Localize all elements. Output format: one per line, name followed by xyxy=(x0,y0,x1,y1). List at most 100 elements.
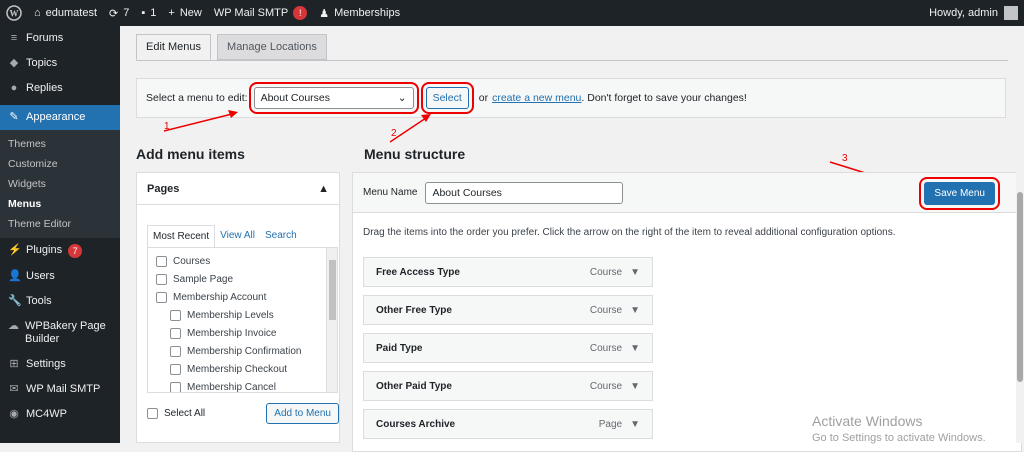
svg-text:W: W xyxy=(10,9,19,19)
sidebar-item-plugins[interactable]: ⚡ Plugins 7 xyxy=(0,238,120,264)
arrowhead-1 xyxy=(228,110,238,118)
tab-search[interactable]: Search xyxy=(260,225,302,248)
pages-tabs: Most Recent View All Search xyxy=(147,225,302,248)
scrollbar-thumb[interactable] xyxy=(329,260,336,320)
list-item[interactable]: Courses xyxy=(156,252,329,270)
menu-header: Menu Name About Courses xyxy=(353,173,1021,213)
menu-item[interactable]: Free Access Type Course ▼ xyxy=(363,257,653,287)
expand-arrow-icon[interactable]: ▼ xyxy=(630,419,640,430)
appearance-icon: ✎ xyxy=(9,111,19,123)
collapse-arrow-icon: ▲ xyxy=(318,182,329,195)
comment-icon: ▪ xyxy=(141,7,146,19)
menu-name-field[interactable]: About Courses xyxy=(425,181,624,204)
appearance-submenu: Themes Customize Widgets Menus Theme Edi… xyxy=(0,130,120,238)
comments-link[interactable]: ▪ 1 xyxy=(135,0,162,26)
submenu-theme-editor[interactable]: Theme Editor xyxy=(0,214,120,234)
sidebar-item-tools[interactable]: 🔧 Tools xyxy=(0,289,120,314)
list-item[interactable]: Membership Levels xyxy=(156,306,329,324)
settings-icon: ⊞ xyxy=(9,358,19,370)
add-menu-items-panel: Pages ▲ Most Recent View All Search Cour… xyxy=(136,172,340,443)
replies-icon: ● xyxy=(10,82,18,94)
page-checkbox[interactable] xyxy=(170,345,181,357)
pages-accordion-header[interactable]: Pages ▲ xyxy=(137,173,339,205)
windows-activation-watermark: Activate Windows Go to Settings to activ… xyxy=(812,413,986,444)
sidebar-item-mc4wp[interactable]: ◉ MC4WP xyxy=(0,402,120,427)
page-checkbox[interactable] xyxy=(170,309,181,321)
admin-bar: W ⌂ edumatest ⟳ 7 ▪ 1 + New WP Mail SMTP… xyxy=(0,0,1024,26)
plus-icon: + xyxy=(168,7,175,19)
wordpress-logo-icon[interactable]: W xyxy=(0,0,28,26)
pages-scrollbar[interactable] xyxy=(326,248,337,392)
new-content-link[interactable]: + New xyxy=(162,0,207,26)
tab-most-recent[interactable]: Most Recent xyxy=(147,225,216,248)
menu-structure-panel: Menu Name About Courses Save Menu Drag t… xyxy=(352,172,1022,452)
expand-arrow-icon[interactable]: ▼ xyxy=(630,305,640,316)
menu-item[interactable]: Other Free Type Course ▼ xyxy=(363,295,653,325)
select-all-checkbox[interactable]: Select All xyxy=(147,408,205,419)
list-item[interactable]: Membership Cancel xyxy=(156,378,329,392)
save-menu-button[interactable]: Save Menu xyxy=(919,177,1000,210)
home-icon: ⌂ xyxy=(34,7,41,19)
memberships-icon: ♟ xyxy=(319,7,330,20)
annotation-label-1: 1 xyxy=(164,121,170,132)
arrow-1 xyxy=(163,113,233,132)
pages-footer: Select All Add to Menu xyxy=(147,403,339,424)
expand-arrow-icon[interactable]: ▼ xyxy=(630,343,640,354)
sidebar-item-settings[interactable]: ⊞ Settings xyxy=(0,352,120,377)
page-checkbox[interactable] xyxy=(156,255,167,267)
menu-item[interactable]: Paid Type Course ▼ xyxy=(363,333,653,363)
tab-view-all[interactable]: View All xyxy=(215,225,260,248)
menu-structure-heading: Menu structure xyxy=(364,146,466,162)
page-checkbox[interactable] xyxy=(170,327,181,339)
sidebar-item-wp-mail-smtp[interactable]: ✉ WP Mail SMTP xyxy=(0,377,120,402)
list-item[interactable]: Membership Account xyxy=(156,288,329,306)
my-account[interactable]: Howdy, admin xyxy=(929,6,1024,20)
menu-instructions: Drag the items into the order you prefer… xyxy=(363,227,896,238)
submenu-customize[interactable]: Customize xyxy=(0,154,120,174)
mc4wp-icon: ◉ xyxy=(9,408,19,420)
list-item[interactable]: Membership Confirmation xyxy=(156,342,329,360)
sidebar-item-topics[interactable]: ◆ Topics xyxy=(0,51,120,76)
updates-link[interactable]: ⟳ 7 xyxy=(103,0,135,26)
page-scrollbar-thumb[interactable] xyxy=(1017,192,1023,382)
menu-item[interactable]: Other Paid Type Course ▼ xyxy=(363,371,653,401)
list-item[interactable]: Sample Page xyxy=(156,270,329,288)
submenu-themes[interactable]: Themes xyxy=(0,134,120,154)
memberships-link[interactable]: ♟ Memberships xyxy=(313,0,406,26)
main-content: Edit Menus Manage Locations Select a men… xyxy=(120,26,1024,452)
sidebar-item-replies[interactable]: ● Replies xyxy=(0,76,120,101)
select-all-box[interactable] xyxy=(147,408,158,419)
annotation-label-3: 3 xyxy=(842,153,848,164)
forums-icon: ≡ xyxy=(10,32,18,44)
annotation-label-2: 2 xyxy=(391,128,397,139)
wp-mail-smtp-link[interactable]: WP Mail SMTP ! xyxy=(208,0,313,26)
list-item[interactable]: Membership Checkout xyxy=(156,360,329,378)
list-item[interactable]: Membership Invoice xyxy=(156,324,329,342)
sidebar-item-wpbakery[interactable]: ☁ WPBakery Page Builder xyxy=(0,314,120,352)
expand-arrow-icon[interactable]: ▼ xyxy=(630,381,640,392)
add-to-menu-button[interactable]: Add to Menu xyxy=(266,403,339,424)
admin-sidebar: ≡ Forums ◆ Topics ● Replies ✎ Appearance The… xyxy=(0,26,120,443)
add-menu-items-heading: Add menu items xyxy=(136,146,245,162)
tools-icon: 🔧 xyxy=(8,295,22,307)
sidebar-item-appearance[interactable]: ✎ Appearance xyxy=(0,105,120,130)
submenu-menus[interactable]: Menus xyxy=(0,194,120,214)
menu-name-label: Menu Name xyxy=(363,187,418,198)
updates-icon: ⟳ xyxy=(109,7,119,20)
sidebar-item-users[interactable]: 👤 Users xyxy=(0,264,120,289)
plugins-icon: ⚡ xyxy=(8,244,22,256)
expand-arrow-icon[interactable]: ▼ xyxy=(630,267,640,278)
wpmail-alert-badge: ! xyxy=(293,6,308,20)
site-name-link[interactable]: ⌂ edumatest xyxy=(28,0,103,26)
page-checkbox[interactable] xyxy=(170,381,181,392)
users-icon: 👤 xyxy=(8,270,22,282)
page-checkbox[interactable] xyxy=(170,363,181,375)
page-checkbox[interactable] xyxy=(156,291,167,303)
menu-item[interactable]: Courses Archive Page ▼ xyxy=(363,409,653,439)
submenu-widgets[interactable]: Widgets xyxy=(0,174,120,194)
page-scrollbar[interactable] xyxy=(1016,26,1024,443)
sidebar-item-forums[interactable]: ≡ Forums xyxy=(0,26,120,51)
plugins-count-badge: 7 xyxy=(68,244,83,258)
page-checkbox[interactable] xyxy=(156,273,167,285)
topics-icon: ◆ xyxy=(9,57,19,69)
